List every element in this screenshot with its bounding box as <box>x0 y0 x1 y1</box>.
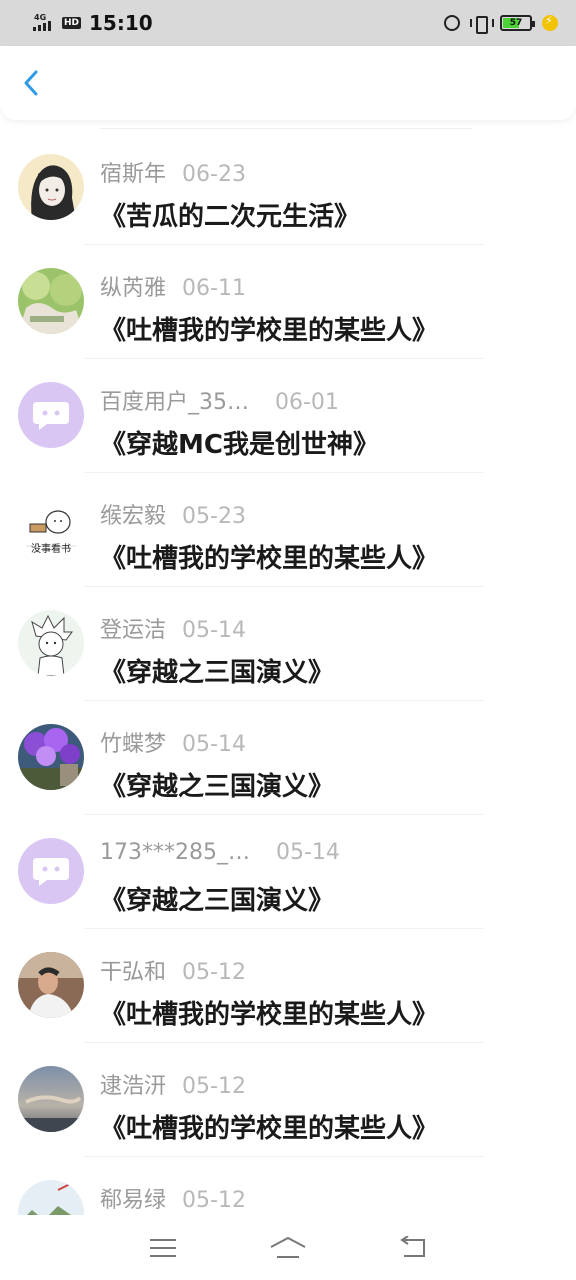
date: 05-12 <box>182 1188 246 1213</box>
user-name[interactable]: 宿斯年 <box>100 156 166 188</box>
avatar[interactable] <box>18 1180 84 1215</box>
date: 06-11 <box>182 276 246 301</box>
alarm-icon <box>444 15 460 31</box>
book-title[interactable]: 《吐槽我的学校里的某些人》 <box>100 994 438 1031</box>
vibrate-icon <box>470 15 494 34</box>
divider <box>84 814 484 815</box>
system-navigation-bar <box>0 1215 576 1280</box>
menu-icon <box>149 1238 176 1257</box>
divider <box>84 358 484 359</box>
list-item[interactable]: 宿斯年 06-23 《苦瓜的二次元生活》 <box>0 130 576 244</box>
status-time: 15:10 <box>89 11 153 35</box>
divider <box>84 700 484 701</box>
user-name[interactable]: 登运洁 <box>100 612 166 644</box>
recommendation-list: 宿斯年 06-23 《苦瓜的二次元生活》 纵芮雅 06-11 《吐槽我的学校里的… <box>0 120 576 1215</box>
status-left: 4G HD 15:10 <box>32 11 153 35</box>
name-line: 173***285_… 05-14 <box>100 840 340 865</box>
divider <box>84 928 484 929</box>
divider <box>84 1156 484 1157</box>
name-line: 逮浩汧 05-12 <box>100 1068 246 1100</box>
avatar[interactable] <box>18 382 84 448</box>
date: 06-23 <box>182 162 246 187</box>
date: 05-23 <box>182 504 246 529</box>
avatar[interactable] <box>18 838 84 904</box>
date: 05-12 <box>182 1074 246 1099</box>
date: 05-14 <box>275 840 340 865</box>
status-right: 57 <box>444 14 558 34</box>
user-name[interactable]: 173***285_… <box>100 840 250 865</box>
date: 05-14 <box>182 732 246 757</box>
back-button[interactable] <box>16 68 46 98</box>
avatar[interactable] <box>18 1066 84 1132</box>
signal-icon: 4G <box>32 13 58 33</box>
user-name[interactable]: 百度用户_35… <box>100 384 249 416</box>
book-title[interactable]: 《穿越之三国演义》 <box>100 766 334 803</box>
list-item[interactable]: 登运洁 05-14 《穿越之三国演义》 <box>0 586 576 700</box>
user-name[interactable]: 竹蝶梦 <box>100 726 166 758</box>
divider <box>84 472 484 473</box>
user-name[interactable]: 郗易绿 <box>100 1182 166 1214</box>
list-item[interactable]: 纵芮雅 06-11 《吐槽我的学校里的某些人》 <box>0 244 576 358</box>
avatar[interactable] <box>18 268 84 334</box>
name-line: 纵芮雅 06-11 <box>100 270 246 302</box>
name-line: 干弘和 05-12 <box>100 954 246 986</box>
book-title[interactable]: 《吐槽我的学校里的某些人》 <box>100 310 438 347</box>
screen: 4G HD 15:10 57 ⚡ 宿斯年 06-23 《苦瓜的二次元生活》 纵芮… <box>0 0 576 1280</box>
chevron-left-icon <box>24 70 38 96</box>
book-title[interactable]: 《穿越MC我是创世神》 <box>100 424 379 461</box>
list-item[interactable]: 百度用户_35… 06-01 《穿越MC我是创世神》 <box>0 358 576 472</box>
divider <box>84 586 484 587</box>
book-title[interactable]: 《吐槽我的学校里的某些人》 <box>100 538 438 575</box>
avatar[interactable] <box>18 724 84 790</box>
name-line: 登运洁 05-14 <box>100 612 246 644</box>
date: 05-14 <box>182 618 246 643</box>
name-line: 百度用户_35… 06-01 <box>100 384 339 416</box>
name-line: 竹蝶梦 05-14 <box>100 726 246 758</box>
avatar[interactable] <box>18 154 84 220</box>
divider <box>100 128 472 129</box>
avatar[interactable] <box>18 610 84 676</box>
back-nav-button[interactable] <box>393 1233 433 1263</box>
divider <box>84 244 484 245</box>
list-item[interactable]: 郗易绿 05-12 <box>0 1156 576 1215</box>
hd-badge: HD <box>62 17 82 29</box>
user-name[interactable]: 逮浩汧 <box>100 1068 166 1100</box>
list-item[interactable]: 没事看书 缑宏毅 05-23 《吐槽我的学校里的某些人》 <box>0 472 576 586</box>
book-title[interactable]: 《穿越之三国演义》 <box>100 880 334 917</box>
divider <box>84 1042 484 1043</box>
avatar[interactable] <box>18 952 84 1018</box>
status-bar: 4G HD 15:10 57 <box>0 0 576 46</box>
charging-icon <box>542 14 558 31</box>
battery-level: 57 <box>509 18 523 28</box>
list-item[interactable]: 干弘和 05-12 《吐槽我的学校里的某些人》 <box>0 928 576 1042</box>
list-item[interactable]: 逮浩汧 05-12 《吐槽我的学校里的某些人》 <box>0 1042 576 1156</box>
chat-bubble-icon <box>33 402 69 430</box>
list-item[interactable]: 竹蝶梦 05-14 《穿越之三国演义》 <box>0 700 576 814</box>
svg-text:没事看书: 没事看书 <box>31 542 71 555</box>
list-item[interactable]: 173***285_… 05-14 《穿越之三国演义》 <box>0 814 576 928</box>
book-title[interactable]: 《苦瓜的二次元生活》 <box>100 196 360 233</box>
back-icon <box>400 1235 426 1257</box>
home-button[interactable] <box>268 1233 308 1263</box>
avatar[interactable]: 没事看书 <box>18 496 84 562</box>
book-title[interactable]: 《吐槽我的学校里的某些人》 <box>100 1108 438 1145</box>
user-name[interactable]: 缑宏毅 <box>100 498 166 530</box>
user-name[interactable]: 纵芮雅 <box>100 270 166 302</box>
home-icon <box>270 1236 306 1258</box>
user-name[interactable]: 干弘和 <box>100 954 166 986</box>
header <box>0 46 576 120</box>
menu-button[interactable] <box>143 1233 183 1263</box>
book-title[interactable]: 《穿越之三国演义》 <box>100 652 334 689</box>
battery-icon: 57 <box>500 15 535 31</box>
name-line: 缑宏毅 05-23 <box>100 498 246 530</box>
chat-bubble-icon <box>33 858 69 886</box>
name-line: 郗易绿 05-12 <box>100 1182 246 1214</box>
name-line: 宿斯年 06-23 <box>100 156 246 188</box>
date: 06-01 <box>275 390 339 415</box>
date: 05-12 <box>182 960 246 985</box>
